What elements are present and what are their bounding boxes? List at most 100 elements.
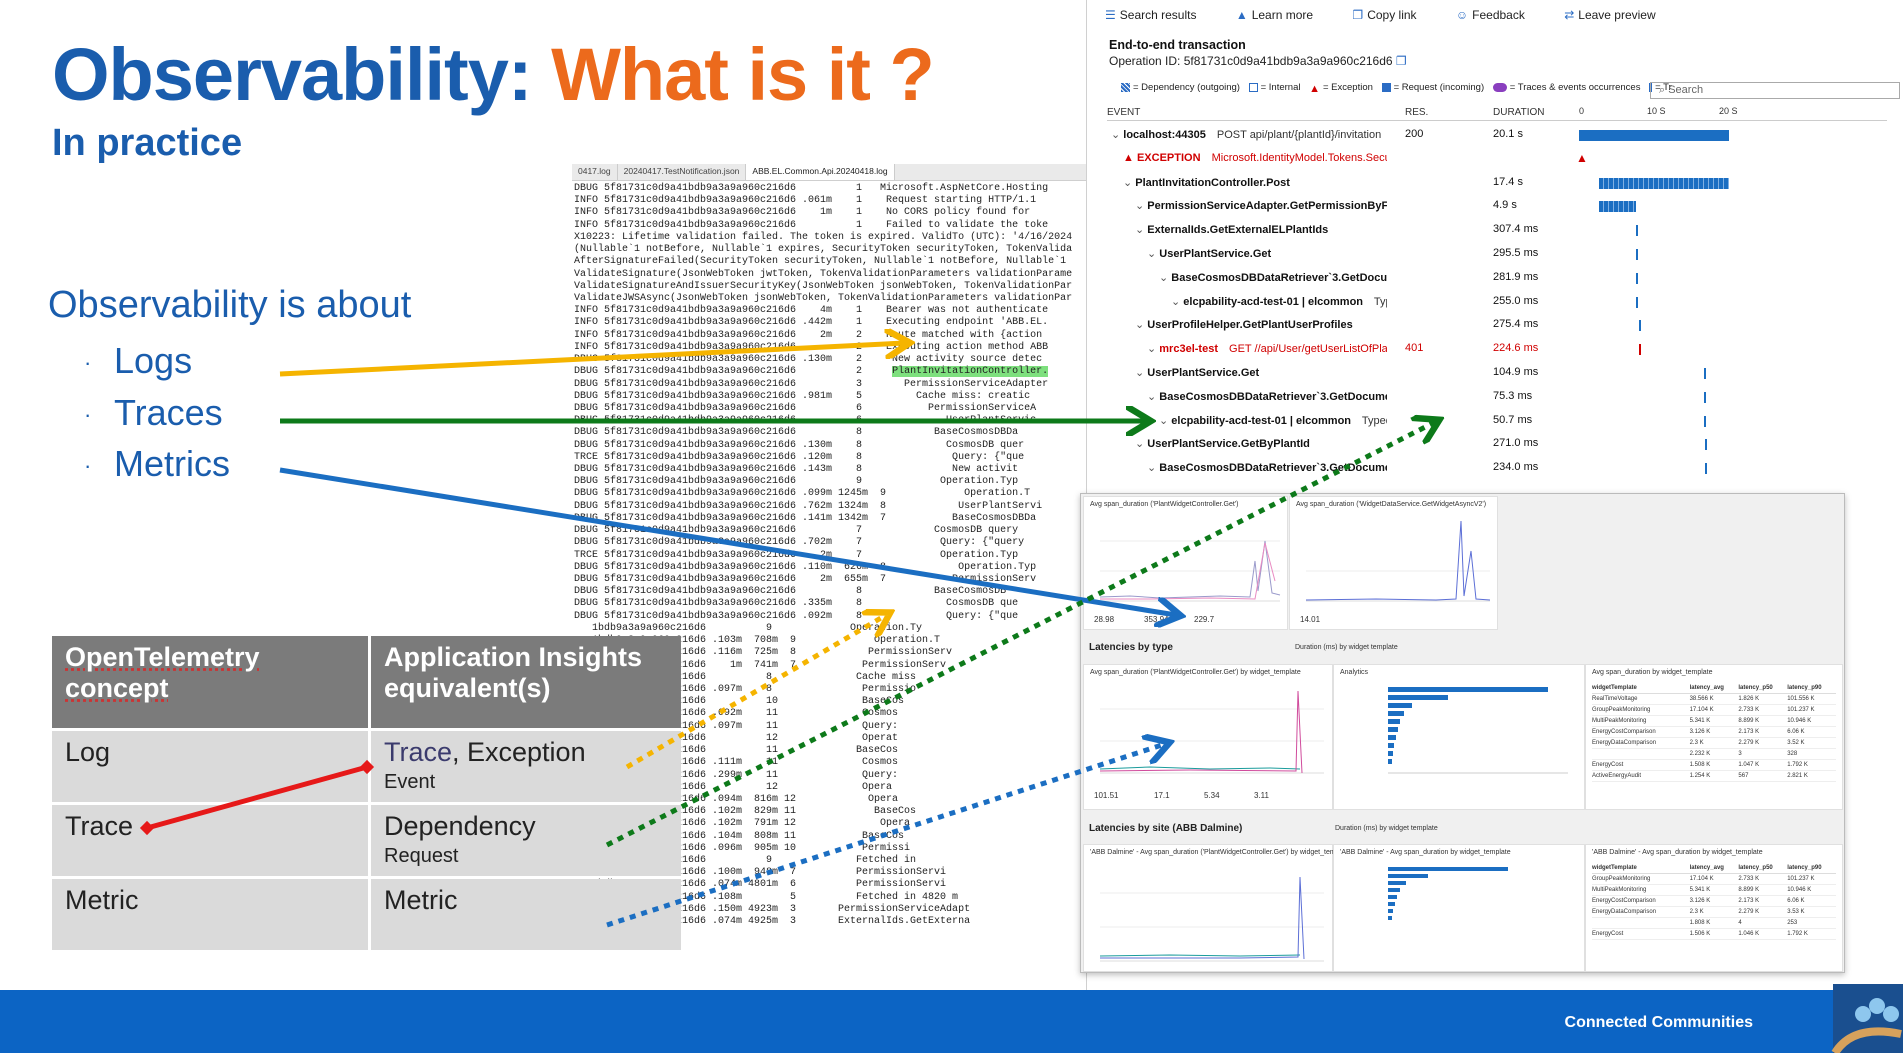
table-row: EnergyCost 1.506 K 1.046 K 1.792 K [1592, 929, 1836, 940]
table-cell: 8.899 K [1738, 887, 1760, 893]
log-line: DBUG 5f81731c0d9a41bdb9a3a9a960c216d6 2m… [574, 574, 1037, 585]
transaction-row[interactable]: ⌄ BaseCosmosDBDataRetriever`3.GetDocumen… [1087, 457, 1903, 481]
log-line: DBUG 5f81731c0d9a41bdb9a3a9a960c216d6 9 … [574, 476, 1019, 488]
timeline-bar [1703, 391, 1706, 403]
stat-value: 28.98 [1094, 615, 1115, 624]
copy-link-button[interactable]: ❐ Copy link [1352, 8, 1434, 22]
table-cell: 5.341 K [1689, 887, 1711, 893]
request-legend-icon [1381, 82, 1391, 92]
transaction-row[interactable]: ⌄ BaseCosmosDBDataRetriever`3.GetDocumen… [1087, 386, 1903, 410]
table-cell: 101.237 K [1787, 707, 1815, 713]
stat-value: 229.7 [1194, 615, 1215, 624]
log-line: (Nullable`1 notBefore, Nullable`1 expire… [574, 244, 1073, 256]
header-divider [1107, 120, 1887, 121]
log-line: DBUG 5f81731c0d9a41bdb9a3a9a960c216d6 8 … [574, 427, 1019, 439]
table-cell: 17.104 K [1689, 876, 1714, 882]
event-label: ⌄ UserPlantService.Get [1135, 367, 1260, 379]
operation-id: Operation ID: 5f81731c0d9a41bdb9a3a9a960… [1109, 54, 1407, 68]
learn-more-button[interactable]: ▲ Learn more [1236, 8, 1331, 22]
transaction-row[interactable]: ⌄ PermissionServiceAdapter.GetPermission… [1087, 195, 1903, 219]
timeline-bar [1598, 201, 1636, 213]
scale-20: 20 S [1719, 106, 1738, 116]
footer-text: Connected Communities [1564, 1014, 1753, 1031]
table-cell: 1.508 K [1689, 762, 1711, 768]
table-cell: 2.733 K [1738, 707, 1760, 713]
feedback-button[interactable]: ☺ Feedback [1456, 8, 1543, 22]
chart-card: Avg span_duration ('PlantWidgetControlle… [1083, 496, 1288, 630]
dashboard-overlay: Avg span_duration ('PlantWidgetControlle… [1080, 493, 1845, 973]
chart-card: Avg span_duration ('PlantWidgetControlle… [1083, 664, 1333, 810]
table-cell: 2.821 K [1787, 773, 1808, 779]
traces-legend-icon [1492, 82, 1507, 92]
table-cell: 2.733 K [1738, 876, 1760, 882]
stat-value: 5.34 [1204, 791, 1220, 800]
table-cell: 2.173 K [1738, 729, 1760, 735]
swap-icon: ⇄ [1564, 8, 1575, 22]
transaction-row[interactable]: ⌄ elcpability-acd-test-01 | elcommon Typ… [1087, 410, 1903, 434]
transaction-row[interactable]: ⌄ UserProfileHelper.GetPlantUserProfiles… [1087, 314, 1903, 338]
table-cell: 6.06 K [1787, 729, 1805, 735]
section-subtitle: Duration (ms) by widget template [1295, 644, 1398, 651]
bar-chart [1388, 867, 1508, 920]
line-chart [1099, 690, 1324, 774]
log-line: DBUG 5f81731c0d9a41bdb9a3a9a960c216d6 6 … [574, 402, 1037, 414]
log-line: INFO 5f81731c0d9a41bdb9a3a9a960c216d6 .0… [574, 195, 1037, 207]
timeline-bar [1579, 130, 1729, 141]
log-tab[interactable]: 0417.log [572, 164, 618, 180]
log-line: TRCE 5f81731c0d9a41bdb9a3a9a960c216d6 2m… [574, 549, 1019, 561]
transaction-row[interactable]: ▲ EXCEPTION Microsoft.IdentityModel.Toke… [1087, 148, 1903, 172]
timeline-bar [1639, 344, 1641, 356]
dependency-legend-icon [1121, 82, 1130, 92]
event-label: ⌄ ExternalIds.GetExternalELPlantIds [1135, 224, 1329, 237]
slide-title: Observability: What is it ? [52, 38, 935, 112]
table-header: latency_p90 [1787, 685, 1822, 691]
transaction-row[interactable]: ⌄ UserPlantService.Get 295.5 ms [1087, 243, 1903, 267]
table-cell: RealTimeVoltage [1592, 696, 1638, 702]
log-line: ValidateSignatureAndIssuerSecurityKey(Js… [574, 280, 1073, 292]
transaction-row[interactable]: ⌄ BaseCosmosDBDataRetriever`3.GetDocumen… [1087, 267, 1903, 291]
widget-table: widgetTemplate latency_avg latency_p50 late… [1592, 863, 1836, 940]
list-icon: ☰ [1105, 8, 1116, 22]
transaction-row[interactable]: ⌄ UserPlantService.GetByPlantId 271.0 ms [1087, 433, 1903, 457]
event-label: ⌄ PlantInvitationController.Post [1123, 176, 1290, 189]
footer-bar: Connected Communities [0, 984, 1903, 1053]
table-cell: 4 [1738, 920, 1742, 926]
search-results-button[interactable]: ☰ Search results [1105, 8, 1214, 22]
transaction-row[interactable]: ⌄ mrc3el-test GET //api/User/getUserList… [1087, 338, 1903, 362]
bullet-metrics: · Metrics [84, 443, 230, 484]
chevron-down-icon: ⌄ [1171, 295, 1184, 308]
leave-preview-button[interactable]: ⇄ Leave preview [1564, 8, 1673, 22]
table-cell: EnergyCost [1592, 931, 1624, 937]
log-line: DBUG 5f81731c0d9a41bdb9a3a9a960c216d6 .1… [574, 354, 1043, 366]
table-cell: 38.566 K [1689, 696, 1714, 702]
table-cell: EnergyDataComparison [1592, 909, 1657, 915]
search-input[interactable]: ⌕ Search [1650, 82, 1900, 99]
table-cell: Metric [371, 879, 681, 950]
event-label: ⌄ BaseCosmosDBDataRetriever`3.GetDocumen… [1159, 271, 1387, 284]
table-cell: 1.792 K [1787, 931, 1808, 937]
table-cell: 2.3 K [1689, 740, 1704, 746]
table-cell: 2.232 K [1689, 751, 1711, 757]
log-tab-active[interactable]: ABB.EL.Common.Api.20240418.log [746, 164, 895, 180]
transaction-row[interactable]: ⌄ elcpability-acd-test-01 | elcommon Typ… [1087, 291, 1903, 315]
log-line: INFO 5f81731c0d9a41bdb9a3a9a960c216d6 1m… [574, 207, 1031, 219]
chevron-down-icon: ⌄ [1135, 319, 1148, 332]
section-subtitle: Duration (ms) by widget template [1335, 825, 1438, 832]
table-cell: 10.946 K [1787, 887, 1812, 893]
table-row: EnergyCostComparison 3.126 K 2.173 K 6.06 K [1592, 727, 1836, 738]
transaction-row[interactable]: ⌄ ExternalIds.GetExternalELPlantIds 307.4… [1087, 219, 1903, 243]
transaction-row[interactable]: ⌄ localhost:44305 POST api/plant/{plantI… [1087, 124, 1903, 148]
table-header: Application Insights equivalent(s) [371, 636, 681, 728]
table-cell: 3.126 K [1689, 729, 1711, 735]
copy-icon[interactable]: ❐ [1396, 54, 1407, 68]
table-header: latency_avg [1689, 865, 1724, 871]
event-label: ⌄ UserPlantService.Get [1147, 248, 1272, 260]
transaction-row[interactable]: ⌄ UserPlantService.Get 104.9 ms [1087, 362, 1903, 386]
transaction-row[interactable]: ⌄ PlantInvitationController.Post 17.4 s [1087, 172, 1903, 196]
log-line: DBUG 5f81731c0d9a41bdb9a3a9a960c216d6 1 … [574, 183, 1049, 194]
table-row: GroupPeakMonitoring 17.104 K 2.733 K 101.23… [1592, 705, 1836, 716]
table-cell: 2.279 K [1738, 740, 1760, 746]
log-tab[interactable]: 20240417.TestNotification.json [618, 164, 747, 180]
title-part2: What is it ? [551, 33, 935, 116]
table-cell: 3.126 K [1689, 898, 1711, 904]
